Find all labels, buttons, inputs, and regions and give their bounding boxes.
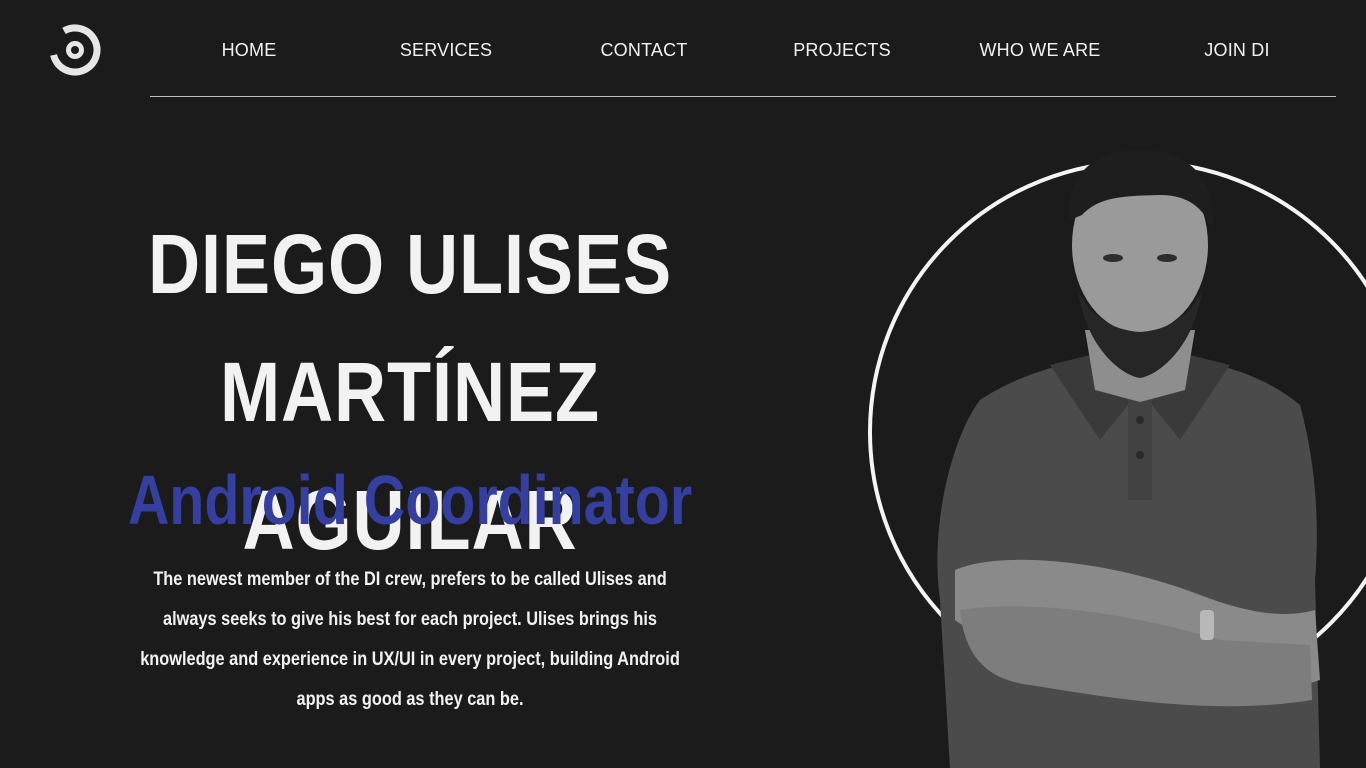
nav-home-link[interactable]: HOME bbox=[222, 28, 277, 72]
profile-bio: The newest member of the DI crew, prefer… bbox=[140, 569, 680, 710]
nav-divider bbox=[150, 96, 1336, 97]
profile-name-line1: DIEGO ULISES MARTÍNEZ bbox=[147, 217, 673, 439]
nav-who-we-are-link[interactable]: WHO WE ARE bbox=[979, 28, 1100, 72]
nav-contact-link[interactable]: CONTACT bbox=[600, 28, 687, 72]
main-navigation: HOME SERVICES CONTACT PROJECTS WHO WE AR… bbox=[150, 28, 1336, 72]
person-portrait bbox=[860, 140, 1366, 768]
di-logo-icon[interactable] bbox=[49, 24, 101, 76]
profile-role: Android Coordinator bbox=[127, 461, 693, 539]
nav-join-di-link[interactable]: JOIN DI bbox=[1204, 28, 1269, 72]
nav-services-link[interactable]: SERVICES bbox=[400, 28, 492, 72]
nav-projects-link[interactable]: PROJECTS bbox=[793, 28, 891, 72]
